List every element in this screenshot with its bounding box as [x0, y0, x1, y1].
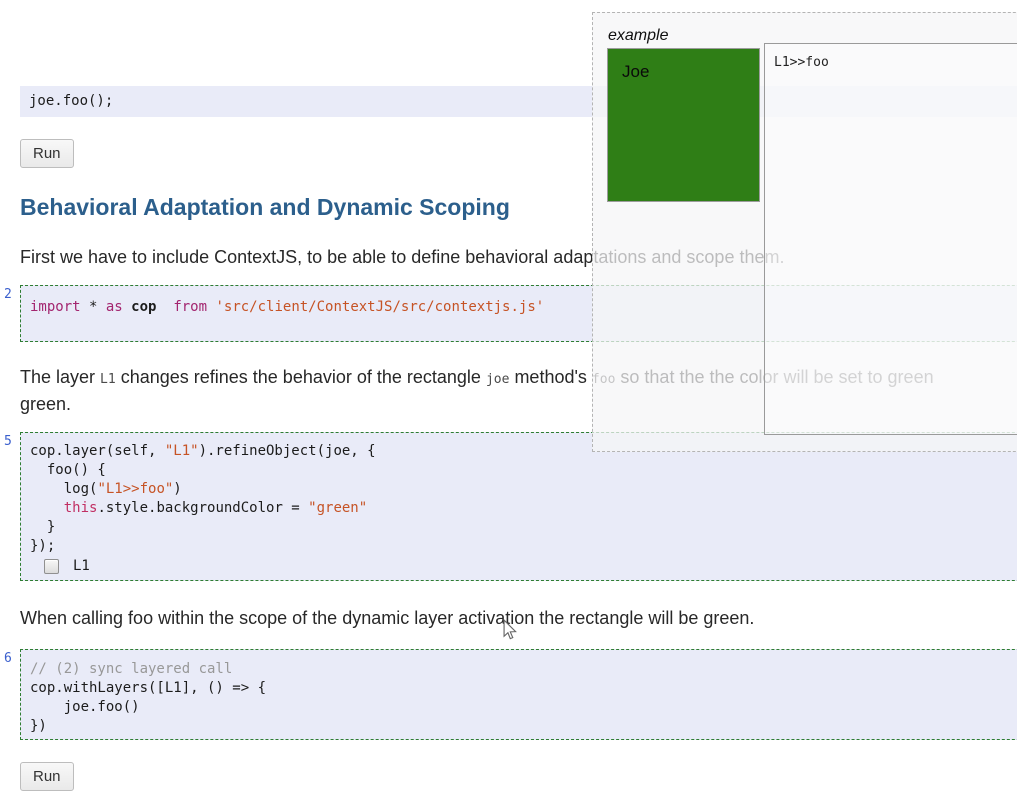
cell-6-line-number: 6 — [4, 651, 12, 666]
layer-toggle-row: L1 — [44, 558, 1017, 574]
code-cell-6[interactable]: 6 // (2) sync layered call cop.withLayer… — [4, 649, 1017, 740]
joe-rectangle-label: Joe — [622, 62, 650, 81]
log-entry: L1>>foo — [774, 55, 829, 70]
layer-l1-checkbox[interactable] — [44, 558, 59, 574]
paragraph-3: When calling foo within the scope of the… — [20, 608, 755, 628]
mouse-cursor-icon — [503, 619, 517, 640]
cell-5-line-number: 5 — [4, 434, 12, 449]
inline-code-joe: joe — [485, 372, 510, 387]
inline-code-l1: L1 — [100, 372, 116, 387]
example-window-title: example — [608, 27, 669, 44]
joe-rectangle[interactable]: Joe — [607, 48, 760, 202]
code-cell-5[interactable]: 5 cop.layer(self, "L1").refineObject(joe… — [4, 432, 1017, 581]
layer-l1-checkbox-label: L1 — [73, 558, 90, 574]
log-panel: L1>>foo — [764, 43, 1017, 435]
run-button-1[interactable]: Run — [20, 139, 74, 168]
example-window[interactable]: example Joe L1>>foo — [592, 12, 1017, 452]
section-heading: Behavioral Adaptation and Dynamic Scopin… — [20, 194, 510, 220]
run-button-2[interactable]: Run — [20, 762, 74, 791]
cell-2-line-number: 2 — [4, 287, 12, 302]
